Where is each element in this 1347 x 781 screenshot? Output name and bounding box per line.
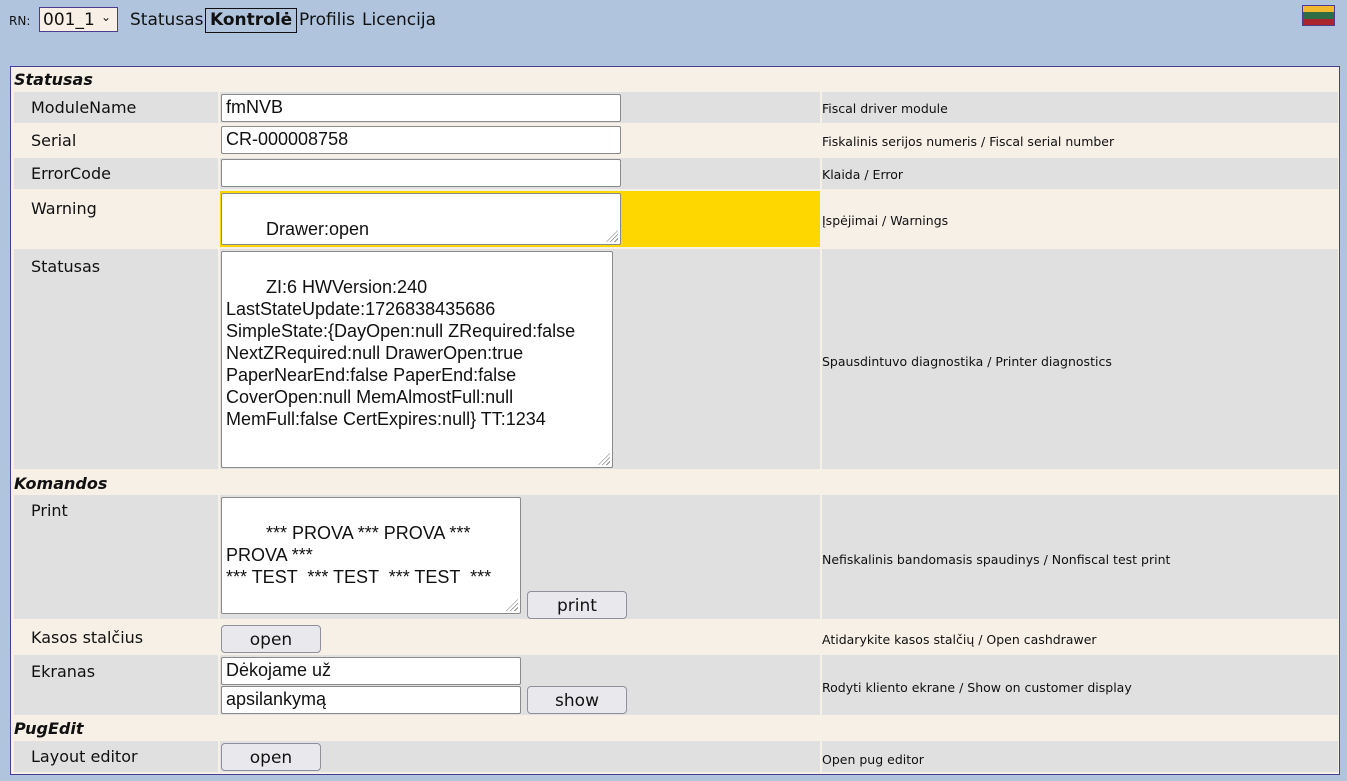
nav-profilis[interactable]: Profilis	[299, 8, 355, 32]
row-drawer: Kasos stalčius open Atidarykite kasos st…	[14, 621, 1338, 653]
resize-grip-icon[interactable]	[506, 599, 518, 611]
warning-textarea[interactable]: Drawer:open	[221, 193, 621, 245]
error-code-field[interactable]	[221, 159, 621, 187]
nav-statusas[interactable]: Statusas	[130, 8, 203, 32]
row-print: Print *** PROVA *** PROVA *** PROVA *** …	[14, 495, 1338, 619]
label-module-name: ModuleName	[31, 98, 137, 117]
desc-layout-editor: Open pug editor	[822, 752, 924, 767]
label-warning: Warning	[31, 199, 97, 218]
label-display: Ekranas	[31, 662, 96, 681]
label-print: Print	[31, 501, 68, 520]
row-warning: Warning Drawer:open Įspėjimai / Warnings	[14, 191, 1338, 247]
label-drawer: Kasos stalčius	[31, 628, 144, 647]
section-title-statusas: Statusas	[14, 70, 93, 89]
desc-warning: Įspėjimai / Warnings	[822, 213, 949, 228]
desc-print: Nefiskalinis bandomasis spaudinys / Nonf…	[822, 552, 1171, 567]
statusas-textarea[interactable]: ZI:6 HWVersion:240 LastStateUpdate:17268…	[221, 251, 613, 468]
display-line1-field[interactable]: Dėkojame už	[221, 657, 521, 685]
chevron-down-icon: ⌄	[100, 10, 111, 24]
print-textarea[interactable]: *** PROVA *** PROVA *** PROVA *** *** TE…	[221, 497, 521, 614]
row-error-code: ErrorCode Klaida / Error	[14, 158, 1338, 189]
rn-select-value: 001_1	[43, 10, 95, 30]
section-title-komandos: Komandos	[14, 474, 108, 493]
serial-field[interactable]: CR-000008758	[221, 126, 621, 154]
module-name-field[interactable]: fmNVB	[221, 94, 621, 122]
display-line2-field[interactable]: apsilankymą	[221, 686, 521, 714]
resize-grip-icon[interactable]	[606, 230, 618, 242]
desc-module-name: Fiscal driver module	[822, 101, 948, 116]
show-button[interactable]: show	[527, 686, 627, 714]
rn-select[interactable]: 001_1 ⌄	[39, 7, 118, 32]
lithuania-flag-icon[interactable]	[1302, 5, 1335, 26]
row-statusas: Statusas ZI:6 HWVersion:240 LastStateUpd…	[14, 249, 1338, 469]
print-value: *** PROVA *** PROVA *** PROVA *** *** TE…	[226, 523, 492, 587]
desc-serial: Fiskalinis serijos numeris / Fiscal seri…	[822, 134, 1115, 149]
control-panel: Statusas ModuleName fmNVB Fiscal driver …	[10, 66, 1340, 775]
print-button[interactable]: print	[527, 591, 627, 619]
open-drawer-button[interactable]: open	[221, 625, 321, 653]
section-title-pugedit: PugEdit	[14, 719, 84, 738]
open-layout-editor-button[interactable]: open	[221, 743, 321, 771]
desc-drawer: Atidarykite kasos stalčių / Open cashdra…	[822, 632, 1097, 647]
row-module-name: ModuleName fmNVB Fiscal driver module	[14, 92, 1338, 123]
resize-grip-icon[interactable]	[598, 453, 610, 465]
statusas-value: ZI:6 HWVersion:240 LastStateUpdate:17268…	[226, 277, 576, 429]
desc-error-code: Klaida / Error	[822, 167, 904, 182]
nav-licencija[interactable]: Licencija	[362, 8, 436, 32]
top-bar: RN: 001_1 ⌄ Statusas Kontrolė Profilis L…	[0, 0, 1347, 40]
desc-statusas: Spausdintuvo diagnostika / Printer diagn…	[822, 354, 1112, 369]
row-serial: Serial CR-000008758 Fiskalinis serijos n…	[14, 125, 1338, 156]
warning-value: Drawer:open	[266, 219, 370, 239]
row-display: Ekranas Dėkojame už apsilankymą show Rod…	[14, 655, 1338, 715]
label-serial: Serial	[31, 131, 77, 150]
label-error-code: ErrorCode	[31, 164, 111, 183]
row-layout-editor: Layout editor open Open pug editor	[14, 741, 1338, 772]
nav-kontrole[interactable]: Kontrolė	[205, 8, 298, 33]
desc-display: Rodyti kliento ekrane / Show on customer…	[822, 680, 1132, 695]
label-layout-editor: Layout editor	[31, 747, 138, 766]
rn-label: RN:	[9, 14, 31, 28]
label-statusas: Statusas	[31, 257, 101, 276]
